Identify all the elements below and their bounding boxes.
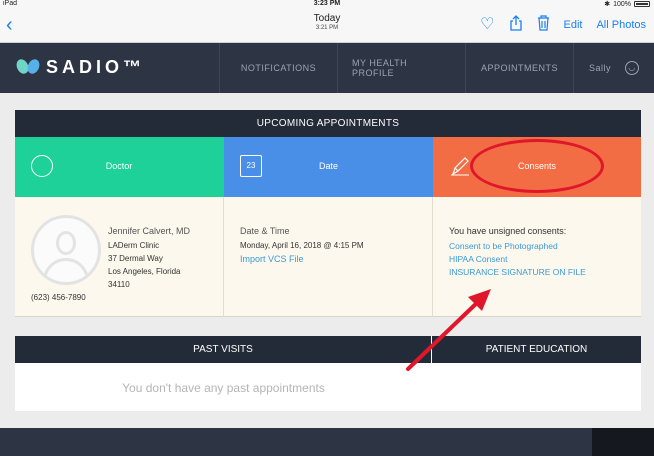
consent-link-hipaa[interactable]: HIPAA Consent [449, 254, 507, 264]
doctor-column-header: Doctor [15, 137, 224, 197]
user-avatar-icon: ◡ [625, 61, 639, 75]
photos-nav-bar: ‹ Today 3:21 PM ♡ Edit All Photos [0, 9, 654, 43]
trash-icon[interactable] [537, 15, 550, 34]
no-past-appointments-message: You don't have any past appointments [122, 381, 325, 395]
consent-link-insurance[interactable]: INSURANCE SIGNATURE ON FILE [449, 267, 586, 277]
date-time-label: Date & Time [240, 226, 290, 236]
nav-user-menu[interactable]: Sally ◡ [573, 43, 654, 93]
unsigned-consents-title: You have unsigned consents: [449, 226, 567, 236]
past-section-header: PAST VISITS PATIENT EDUCATION [15, 336, 641, 363]
doctor-city: Los Angeles, Florida [108, 267, 181, 276]
upcoming-appointments-header: UPCOMING APPOINTMENTS [15, 110, 641, 137]
app-header: SADIO™ NOTIFICATIONS MY HEALTH PROFILE A… [0, 43, 654, 93]
past-visits-header[interactable]: PAST VISITS [15, 336, 432, 363]
ios-status-bar: iPad 3:23 PM ✱ 100% [0, 0, 654, 9]
appointment-datetime: Monday, April 16, 2018 @ 4:15 PM [240, 241, 364, 250]
heart-icon[interactable]: ♡ [480, 16, 494, 33]
doctor-details: Jennifer Calvert, MD LADerm Clinic 37 De… [15, 197, 224, 317]
battery-percent: 100% [613, 0, 631, 8]
status-time: 3:23 PM [313, 0, 341, 7]
doctor-column-label: Doctor [105, 161, 133, 171]
nav-notifications[interactable]: NOTIFICATIONS [219, 43, 337, 93]
nav-appointments[interactable]: APPOINTMENTS [465, 43, 573, 93]
past-visits-panel: You don't have any past appointments [15, 363, 641, 411]
sadio-logo[interactable]: SADIO™ [14, 55, 146, 79]
date-column-label: Date [318, 161, 338, 171]
import-vcs-link[interactable]: Import VCS File [240, 254, 304, 264]
edit-button[interactable]: Edit [564, 19, 583, 31]
consents-details: You have unsigned consents: Consent to b… [433, 197, 641, 317]
patient-education-header[interactable]: PATIENT EDUCATION [432, 336, 641, 363]
header-nav: NOTIFICATIONS MY HEALTH PROFILE APPOINTM… [219, 43, 654, 93]
app-footer [0, 428, 654, 456]
share-icon[interactable] [509, 15, 523, 34]
status-right: ✱ 100% [604, 0, 650, 8]
doctor-street: 37 Dermal Way [108, 254, 163, 263]
battery-icon [634, 1, 650, 7]
logo-text: SADIO™ [46, 56, 146, 77]
appointment-details: Jennifer Calvert, MD LADerm Clinic 37 De… [15, 197, 641, 317]
date-column-header: 23 Date [224, 137, 433, 197]
bluetooth-icon: ✱ [604, 1, 611, 8]
butterfly-logo-icon [14, 55, 42, 79]
all-photos-button[interactable]: All Photos [596, 19, 646, 31]
doctor-avatar [31, 215, 101, 285]
doctor-phone: (623) 456-7890 [31, 293, 86, 302]
photo-actions: ♡ Edit All Photos [480, 15, 646, 34]
doctor-clinic: LADerm Clinic [108, 241, 160, 250]
nav-my-health-profile[interactable]: MY HEALTH PROFILE [337, 43, 465, 93]
footer-corner [592, 428, 654, 456]
doctor-name: Jennifer Calvert, MD [108, 226, 191, 236]
doctor-zip: 34110 [108, 280, 130, 289]
date-details: Date & Time Monday, April 16, 2018 @ 4:1… [224, 197, 433, 317]
consent-link-photographed[interactable]: Consent to be Photographed [449, 241, 558, 251]
user-name: Sally [588, 63, 611, 73]
annotation-ellipse [470, 139, 604, 193]
screen: iPad 3:23 PM ✱ 100% ‹ Today 3:21 PM ♡ Ed… [0, 0, 654, 456]
